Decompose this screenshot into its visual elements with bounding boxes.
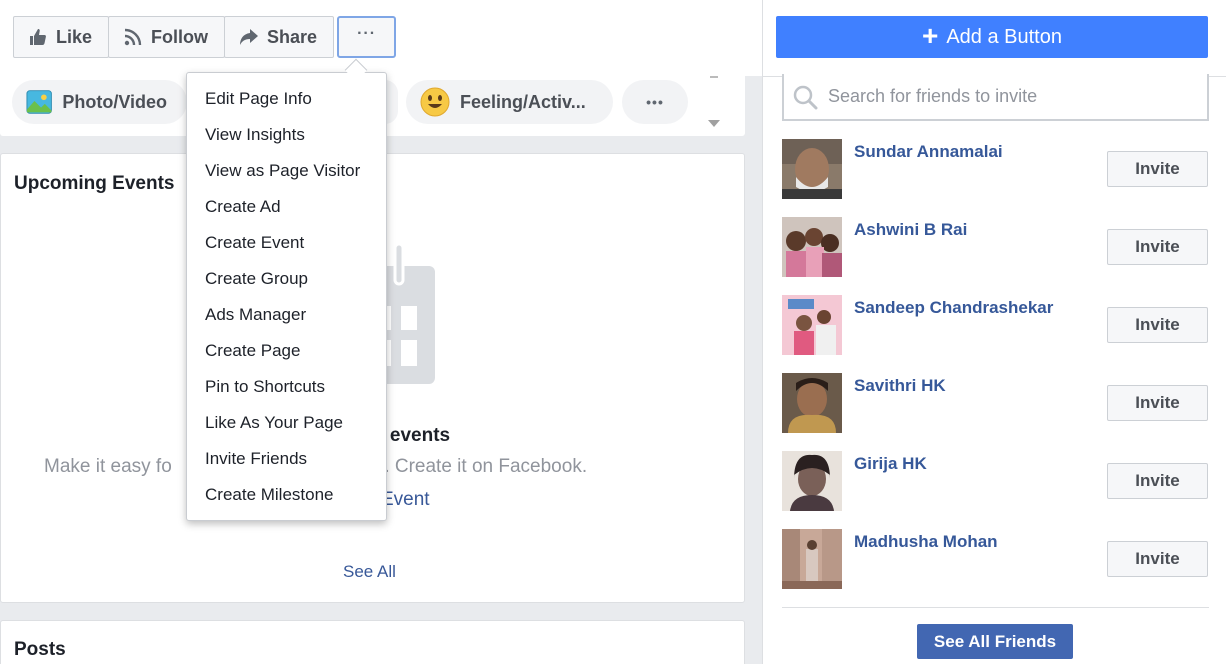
friend-name[interactable]: Girija HK — [854, 454, 927, 474]
more-options-button[interactable]: ··· — [337, 16, 397, 58]
posts-card: Posts — [0, 620, 745, 664]
follow-label: Follow — [151, 26, 209, 47]
more-dots-icon: ••• — [646, 94, 664, 110]
divider — [782, 607, 1209, 608]
add-button-label: Add a Button — [946, 25, 1062, 48]
avatar[interactable] — [782, 217, 842, 277]
posts-title: Posts — [14, 639, 66, 660]
menu-item-create-group[interactable]: Create Group — [187, 261, 386, 297]
avatar[interactable] — [782, 139, 842, 199]
list-item: Girija HK Invite — [782, 451, 1209, 529]
list-item: Ashwini B Rai Invite — [782, 217, 1209, 295]
friend-name[interactable]: Sundar Annamalai — [854, 142, 1003, 162]
friend-search-box[interactable] — [782, 74, 1209, 121]
composer-more-button[interactable]: ••• — [622, 80, 688, 124]
like-button[interactable]: Like — [13, 16, 110, 58]
more-options-menu: Edit Page Info View Insights View as Pag… — [186, 72, 387, 521]
smiley-face-icon — [420, 87, 450, 117]
photo-video-label: Photo/Video — [62, 91, 167, 112]
page-action-bar: Like Follow Share ··· — [0, 0, 762, 76]
menu-item-create-event[interactable]: Create Event — [187, 225, 386, 261]
invite-button[interactable]: Invite — [1107, 385, 1208, 421]
menu-item-create-ad[interactable]: Create Ad — [187, 189, 386, 225]
menu-item-create-page[interactable]: Create Page — [187, 333, 386, 369]
friend-name[interactable]: Savithri HK — [854, 376, 946, 396]
scroll-down-arrow-icon[interactable] — [708, 120, 720, 127]
list-item: Sundar Annamalai Invite — [782, 139, 1209, 217]
friend-name[interactable]: Ashwini B Rai — [854, 220, 967, 240]
invite-button[interactable]: Invite — [1107, 541, 1208, 577]
photo-icon — [26, 90, 52, 114]
invite-button[interactable]: Invite — [1107, 229, 1208, 265]
menu-item-ads-manager[interactable]: Ads Manager — [187, 297, 386, 333]
share-arrow-icon — [240, 29, 259, 45]
friend-name[interactable]: Madhusha Mohan — [854, 532, 998, 552]
feeling-activity-label: Feeling/Activ... — [460, 91, 586, 112]
avatar[interactable] — [782, 295, 842, 355]
events-title: Upcoming Events — [14, 173, 175, 194]
menu-item-like-as-your-page[interactable]: Like As Your Page — [187, 405, 386, 441]
invite-button[interactable]: Invite — [1107, 151, 1208, 187]
menu-item-pin-to-shortcuts[interactable]: Pin to Shortcuts — [187, 369, 386, 405]
share-button[interactable]: Share — [224, 16, 335, 58]
search-icon — [793, 85, 818, 109]
create-event-link[interactable]: Event — [381, 489, 430, 511]
thumbs-up-icon — [30, 29, 46, 45]
more-dots-icon: ··· — [357, 25, 377, 42]
share-label: Share — [267, 26, 318, 47]
avatar[interactable] — [782, 373, 842, 433]
rss-feed-icon — [124, 28, 142, 46]
see-all-friends-button[interactable]: See All Friends — [917, 624, 1073, 659]
avatar[interactable] — [782, 529, 842, 589]
action-button-group: Like Follow Share ··· — [13, 16, 397, 58]
plus-icon: + — [921, 20, 939, 51]
invite-button[interactable]: Invite — [1107, 463, 1208, 499]
menu-item-view-as-page-visitor[interactable]: View as Page Visitor — [187, 153, 386, 189]
menu-item-invite-friends[interactable]: Invite Friends — [187, 441, 386, 477]
events-see-all-link[interactable]: See All — [343, 562, 396, 582]
composer-scrollbar[interactable] — [706, 76, 722, 132]
like-label: Like — [56, 26, 93, 47]
friends-invite-list: Sundar Annamalai Invite Ashwini B Rai In… — [782, 139, 1209, 607]
list-item: Madhusha Mohan Invite — [782, 529, 1209, 607]
feeling-activity-button[interactable]: Feeling/Activ... — [406, 80, 613, 124]
photo-video-button[interactable]: Photo/Video — [12, 80, 187, 124]
friend-search-input[interactable] — [828, 86, 1188, 107]
list-item: Savithri HK Invite — [782, 373, 1209, 451]
add-a-button[interactable]: + Add a Button — [776, 16, 1208, 58]
avatar[interactable] — [782, 451, 842, 511]
scroll-up-handle[interactable] — [710, 76, 718, 78]
invite-button[interactable]: Invite — [1107, 307, 1208, 343]
follow-button[interactable]: Follow — [108, 16, 226, 58]
events-description-start: Make it easy fo — [44, 456, 172, 477]
menu-item-create-milestone[interactable]: Create Milestone — [187, 477, 386, 513]
right-column: + Add a Button Sundar Annamalai Invite A… — [762, 0, 1226, 664]
menu-item-edit-page-info[interactable]: Edit Page Info — [187, 81, 386, 117]
menu-item-view-insights[interactable]: View Insights — [187, 117, 386, 153]
list-item: Sandeep Chandrashekar Invite — [782, 295, 1209, 373]
friend-name[interactable]: Sandeep Chandrashekar — [854, 298, 1053, 318]
